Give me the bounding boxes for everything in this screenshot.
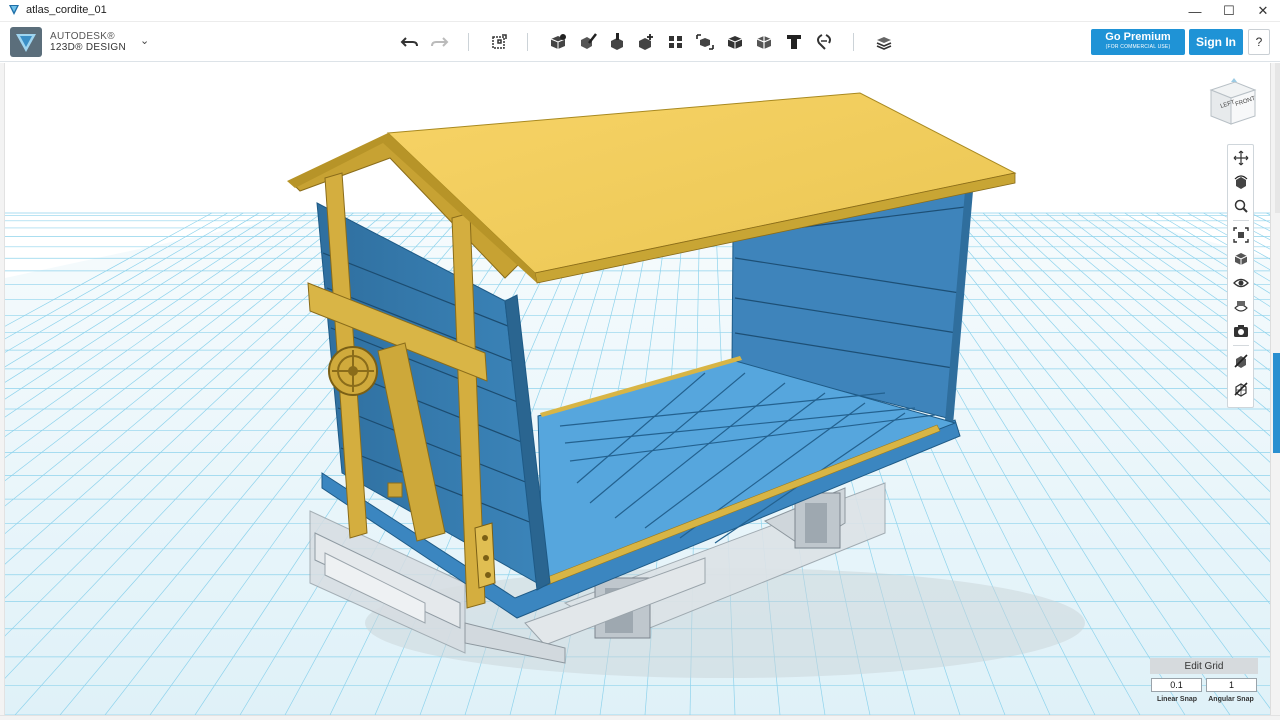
visibility-icon[interactable]	[1231, 273, 1251, 293]
view-cube-home-icon[interactable]	[1231, 78, 1237, 82]
brand-line2: 123D® DESIGN	[50, 42, 126, 53]
window-titlebar: atlas_cordite_01 — ☐ ✕	[0, 0, 1280, 22]
fit-icon[interactable]	[1231, 225, 1251, 245]
undo-icon[interactable]	[398, 30, 422, 54]
group-icon[interactable]	[693, 30, 717, 54]
sketch-icon[interactable]	[576, 30, 600, 54]
hide-mesh-icon[interactable]	[1231, 379, 1251, 399]
angular-snap-input[interactable]: 1	[1206, 678, 1257, 692]
camera-icon[interactable]	[1231, 321, 1251, 341]
app-logo-icon	[9, 5, 19, 15]
side-panel-strip[interactable]	[1270, 63, 1280, 720]
text-icon[interactable]	[782, 30, 806, 54]
toolbar-separator	[468, 33, 469, 51]
app-menu[interactable]: AUTODESK® 123D® DESIGN	[10, 27, 126, 57]
side-panel-expand-tab[interactable]	[1273, 353, 1280, 453]
modify-icon[interactable]	[634, 30, 658, 54]
angular-snap-label: Angular Snap	[1208, 696, 1254, 703]
snap-icon[interactable]	[812, 30, 836, 54]
materials-outlines-icon[interactable]	[1231, 297, 1251, 317]
linear-snap-label: Linear Snap	[1156, 696, 1198, 703]
linear-snap-input[interactable]: 0.1	[1151, 678, 1202, 692]
close-button[interactable]: ✕	[1246, 0, 1280, 22]
autodesk-123d-logo-icon	[10, 27, 42, 57]
pattern-icon[interactable]	[664, 30, 688, 54]
sign-in-button[interactable]: Sign In	[1189, 29, 1243, 55]
navbar-separator	[1233, 345, 1249, 346]
help-button[interactable]: ?	[1248, 29, 1270, 55]
navigation-bar	[1227, 144, 1254, 408]
transform-icon[interactable]	[487, 30, 511, 54]
go-premium-button[interactable]: Go Premium (FOR COMMERCIAL USE)	[1091, 29, 1185, 55]
redo-icon[interactable]	[427, 30, 451, 54]
construct-icon[interactable]	[605, 30, 629, 54]
primitives-icon[interactable]	[546, 30, 570, 54]
zoom-icon[interactable]	[1231, 196, 1251, 216]
pan-icon[interactable]	[1231, 148, 1251, 168]
grid-panel: Edit Grid 0.1 1 Linear Snap Angular Snap	[1150, 658, 1258, 708]
side-panel-tab[interactable]	[1275, 63, 1280, 213]
measure-icon[interactable]	[752, 30, 776, 54]
scene-canvas[interactable]	[5, 63, 1270, 715]
go-premium-sublabel: (FOR COMMERCIAL USE)	[1105, 44, 1171, 50]
brand-text: AUTODESK® 123D® DESIGN	[50, 31, 126, 53]
view-cube[interactable]: LEFT FRONT	[1205, 78, 1259, 130]
go-premium-label: Go Premium	[1105, 31, 1171, 43]
edit-grid-button[interactable]: Edit Grid	[1150, 658, 1258, 674]
hide-sketch-icon[interactable]	[1231, 351, 1251, 371]
navbar-separator	[1233, 220, 1249, 221]
toolbar-separator	[527, 33, 528, 51]
window-title: atlas_cordite_01	[26, 4, 107, 16]
brand-line1: AUTODESK®	[50, 31, 115, 42]
combine-icon[interactable]	[723, 30, 747, 54]
minimize-button[interactable]: —	[1178, 0, 1212, 22]
main-toolbar: AUTODESK® 123D® DESIGN ⌄ Go Premium (FOR…	[0, 22, 1280, 62]
chevron-down-icon[interactable]: ⌄	[140, 34, 154, 48]
window-frame-bottom	[0, 715, 1280, 720]
maximize-button[interactable]: ☐	[1212, 0, 1246, 22]
view-icon[interactable]	[1231, 249, 1251, 269]
orbit-icon[interactable]	[1231, 172, 1251, 192]
3d-viewport[interactable]	[5, 63, 1270, 715]
toolbar-separator	[853, 33, 854, 51]
material-icon[interactable]	[872, 30, 896, 54]
